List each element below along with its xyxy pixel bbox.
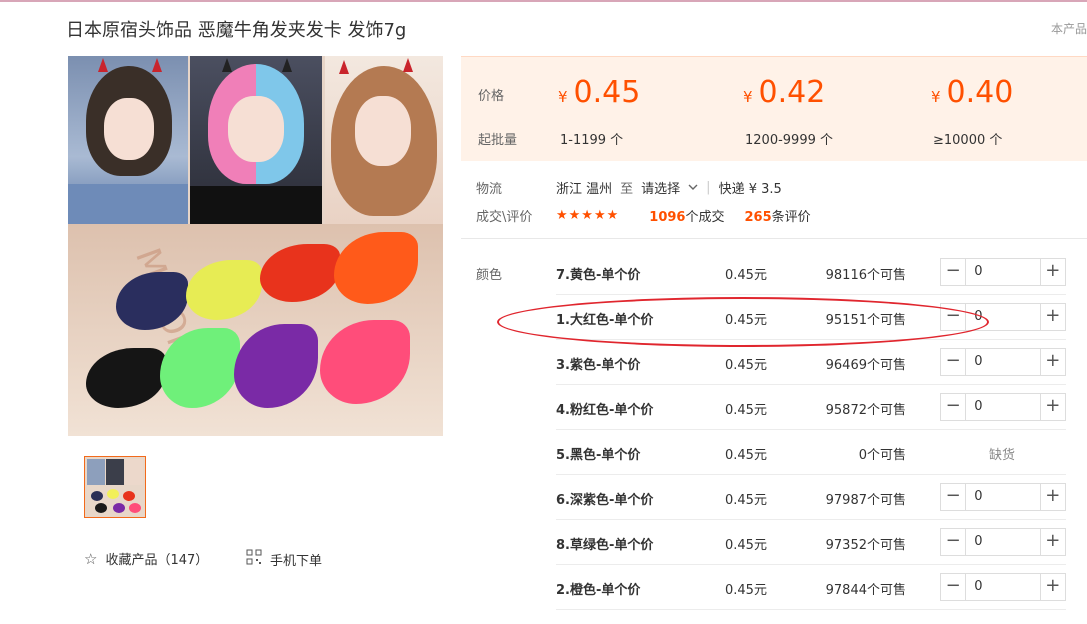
- product-title: 日本原宿头饰品 恶魔牛角发夹发卡 发饰7g: [66, 20, 407, 41]
- minus-icon[interactable]: −: [941, 349, 967, 375]
- plus-icon[interactable]: +: [1039, 349, 1065, 375]
- quantity-stepper: − 0 +: [940, 573, 1066, 601]
- plus-icon[interactable]: +: [1039, 259, 1065, 285]
- logistics-info: 浙江 温州 至 请选择 | 快递 ¥ 3.5: [556, 178, 782, 197]
- sku-row: 5.黑色-单个价 0.45元 0个可售 缺货: [556, 430, 1066, 475]
- price-tier-2: ¥0.42: [743, 75, 826, 110]
- quantity-stepper: − 0 +: [940, 258, 1066, 286]
- out-of-stock-badge: 缺货: [988, 448, 1015, 463]
- star-outline-icon: ☆: [84, 549, 98, 568]
- sku-stock: 97844个可售: [825, 583, 906, 598]
- price-tier-3: ¥0.40: [931, 75, 1014, 110]
- sku-name: 8.草绿色-单个价: [556, 538, 654, 553]
- sku-name: 7.黄色-单个价: [556, 268, 641, 283]
- sku-stock: 95872个可售: [825, 403, 906, 418]
- ship-origin: 浙江 温州: [556, 182, 613, 197]
- plus-icon[interactable]: +: [1039, 484, 1065, 510]
- minus-icon[interactable]: −: [941, 394, 967, 420]
- sku-stock: 0个可售: [858, 448, 906, 463]
- mobile-order-link[interactable]: 手机下单: [246, 549, 322, 569]
- quantity-input[interactable]: 0: [966, 259, 1039, 285]
- mobile-order-label: 手机下单: [270, 553, 323, 569]
- quantity-stepper: − 0 +: [940, 348, 1066, 376]
- quantity-input[interactable]: 0: [966, 349, 1039, 375]
- model-photo-1: [68, 56, 188, 224]
- sku-stock: 98116个可售: [825, 268, 906, 283]
- plus-icon[interactable]: +: [1039, 574, 1065, 600]
- highlight-annotation-ellipse: [497, 297, 989, 347]
- top-border: [0, 0, 1087, 2]
- reviews-info: ★★★★★ 1096个成交 265条评价: [556, 206, 811, 225]
- quantity-input[interactable]: 0: [966, 574, 1039, 600]
- sku-name: 5.黑色-单个价: [556, 448, 641, 463]
- review-count[interactable]: 265条评价: [744, 206, 810, 225]
- sku-stock: 96469个可售: [825, 358, 906, 373]
- price-label: 价格: [478, 89, 505, 104]
- model-photo-3: [325, 56, 443, 224]
- plus-icon[interactable]: +: [1039, 394, 1065, 420]
- minus-icon[interactable]: −: [941, 574, 967, 600]
- quantity-input[interactable]: 0: [966, 529, 1039, 555]
- sku-stock: 97987个可售: [825, 493, 906, 508]
- quantity-stepper: − 0 +: [940, 393, 1066, 421]
- plus-icon[interactable]: +: [1039, 304, 1065, 330]
- product-main-image[interactable]: MIRON: [68, 56, 443, 436]
- ship-to: 至: [620, 182, 634, 197]
- sku-row: 3.紫色-单个价 0.45元 96469个可售 − 0 +: [556, 340, 1066, 385]
- horn-clips-photo: MIRON: [68, 224, 443, 436]
- sku-stock: 97352个可售: [825, 538, 906, 553]
- sku-name: 4.粉红色-单个价: [556, 403, 654, 418]
- qty-tier-2: 1200-9999 个: [745, 133, 833, 148]
- sku-price: 0.45元: [725, 448, 767, 463]
- minus-icon[interactable]: −: [941, 484, 967, 510]
- destination-select[interactable]: 请选择: [641, 178, 680, 197]
- rating-stars-icon: ★★★★★: [556, 208, 620, 223]
- favorite-product-link[interactable]: ☆ 收藏产品（147）: [84, 549, 209, 569]
- deal-count[interactable]: 1096个成交: [649, 206, 724, 225]
- quantity-stepper: − 0 +: [940, 528, 1066, 556]
- qty-tier-3: ≥10000 个: [933, 133, 1003, 148]
- sku-price: 0.45元: [725, 403, 767, 418]
- minus-icon[interactable]: −: [941, 259, 967, 285]
- sku-price: 0.45元: [725, 358, 767, 373]
- express-fee: 快递 ¥ 3.5: [718, 182, 782, 197]
- logistics-label: 物流: [476, 182, 503, 197]
- minus-icon[interactable]: −: [941, 529, 967, 555]
- chevron-down-icon[interactable]: [688, 180, 698, 195]
- product-thumbnail[interactable]: [84, 456, 146, 518]
- quantity-stepper: − 0 +: [940, 483, 1066, 511]
- sku-price: 0.45元: [725, 268, 767, 283]
- qr-code-icon: [246, 549, 262, 569]
- color-label: 颜色: [476, 268, 503, 283]
- reviews-label: 成交\评价: [476, 210, 533, 225]
- divider: [461, 238, 1087, 239]
- quantity-input[interactable]: 0: [966, 394, 1039, 420]
- sku-price: 0.45元: [725, 538, 767, 553]
- price-panel: 价格 起批量 ¥0.45 1-1199 个 ¥0.42 1200-9999 个 …: [461, 56, 1087, 161]
- sku-name: 6.深紫色-单个价: [556, 493, 654, 508]
- sku-row: 2.橙色-单个价 0.45元 97844个可售 − 0 +: [556, 565, 1066, 610]
- min-batch-label: 起批量: [478, 133, 518, 148]
- sku-row: 7.黄色-单个价 0.45元 98116个可售 − 0 +: [556, 250, 1066, 295]
- sku-price: 0.45元: [725, 493, 767, 508]
- sku-row: 8.草绿色-单个价 0.45元 97352个可售 − 0 +: [556, 520, 1066, 565]
- sku-price: 0.45元: [725, 583, 767, 598]
- sku-row: 6.深紫色-单个价 0.45元 97987个可售 − 0 +: [556, 475, 1066, 520]
- quantity-input[interactable]: 0: [966, 484, 1039, 510]
- model-photo-2: [190, 56, 322, 224]
- sku-row: 4.粉红色-单个价 0.45元 95872个可售 − 0 +: [556, 385, 1066, 430]
- favorite-label: 收藏产品（147）: [105, 553, 209, 568]
- sku-name: 3.紫色-单个价: [556, 358, 641, 373]
- qty-tier-1: 1-1199 个: [560, 133, 624, 148]
- sku-name: 2.橙色-单个价: [556, 583, 641, 598]
- plus-icon[interactable]: +: [1039, 529, 1065, 555]
- corner-note: 本产品: [1050, 22, 1087, 36]
- price-tier-1: ¥0.45: [558, 75, 641, 110]
